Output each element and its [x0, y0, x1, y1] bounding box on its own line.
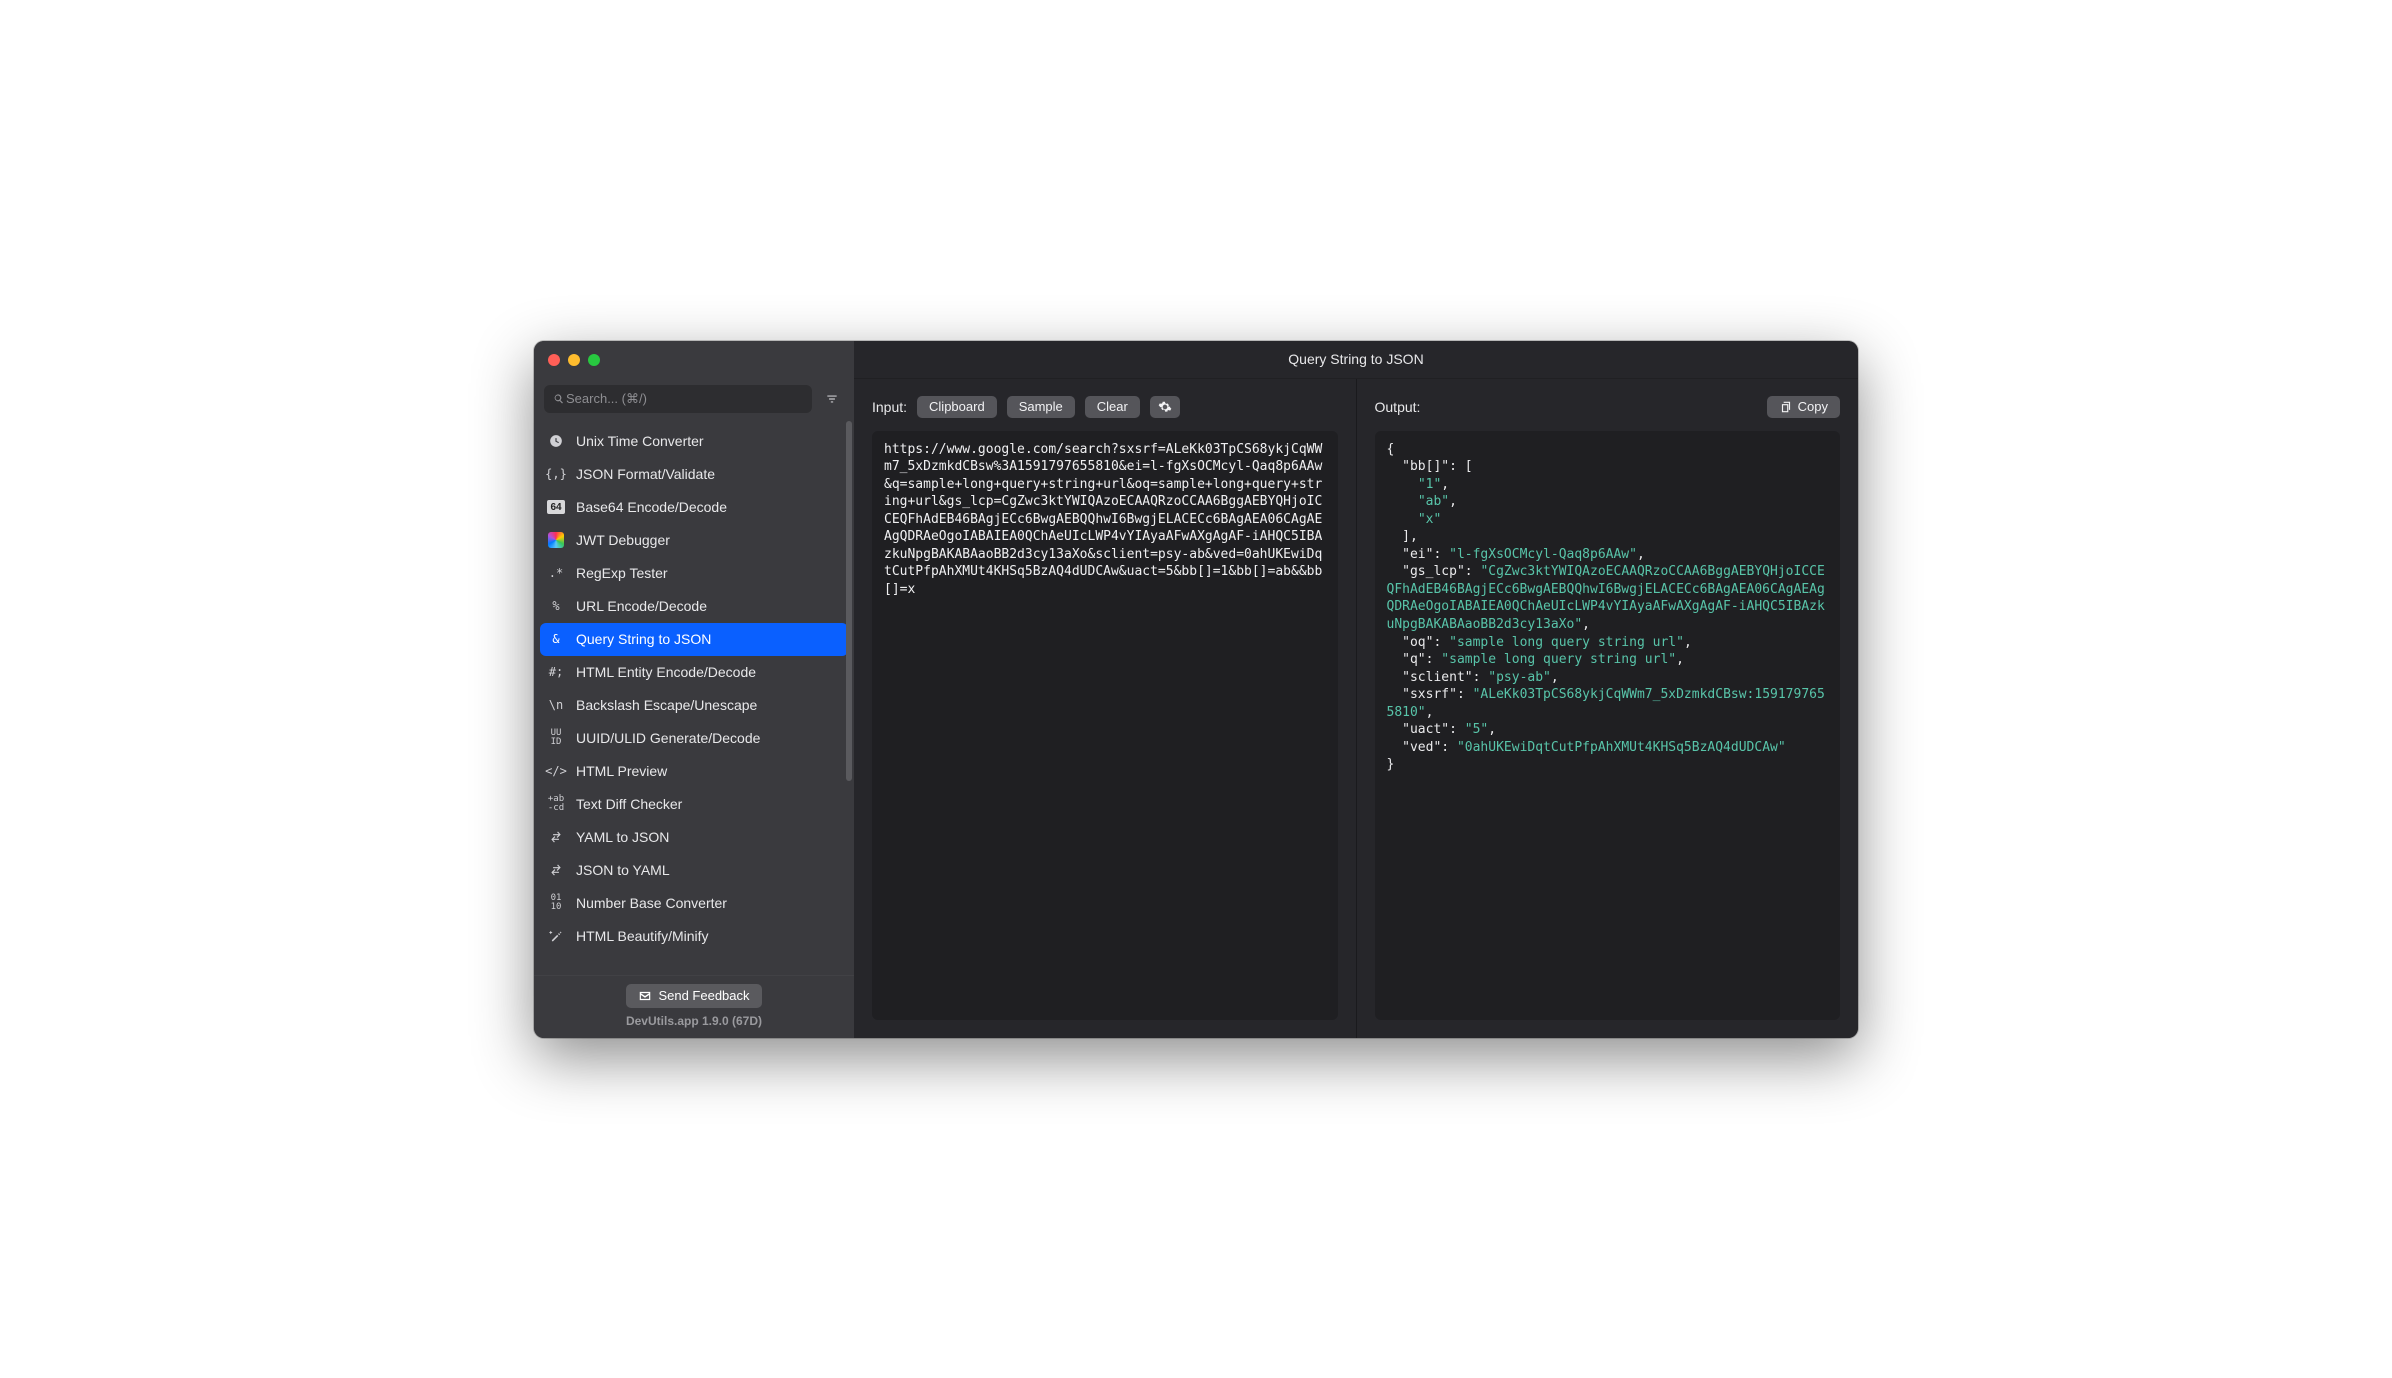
sidebar-item-text-diff[interactable]: +ab-cd Text Diff Checker: [534, 788, 854, 821]
sidebar-item-html-entity[interactable]: #; HTML Entity Encode/Decode: [534, 656, 854, 689]
sidebar-footer: Send Feedback DevUtils.app 1.9.0 (67D): [534, 975, 854, 1038]
search-box[interactable]: [544, 385, 812, 413]
version-text: DevUtils.app 1.9.0 (67D): [626, 1014, 762, 1028]
gear-icon: [1158, 400, 1172, 414]
sidebar-item-label: Base64 Encode/Decode: [576, 499, 727, 515]
uuid-icon: UUID: [546, 728, 566, 748]
sidebar-item-label: JSON Format/Validate: [576, 466, 715, 482]
sidebar-item-regexp[interactable]: .* RegExp Tester: [534, 557, 854, 590]
tag-icon: </>: [546, 761, 566, 781]
panels: Input: Clipboard Sample Clear https://ww…: [854, 379, 1858, 1038]
send-feedback-label: Send Feedback: [658, 988, 749, 1003]
send-feedback-button[interactable]: Send Feedback: [626, 984, 761, 1008]
sidebar-item-jwt[interactable]: JWT Debugger: [534, 524, 854, 557]
copy-label: Copy: [1798, 399, 1828, 414]
sidebar-item-label: JSON to YAML: [576, 862, 670, 878]
sidebar-item-label: JWT Debugger: [576, 532, 670, 548]
backslash-icon: \n: [546, 695, 566, 715]
tool-list[interactable]: Unix Time Converter {,} JSON Format/Valida…: [534, 421, 854, 975]
sidebar-item-label: Unix Time Converter: [576, 433, 704, 449]
sidebar-scrollbar[interactable]: [846, 421, 852, 781]
sidebar-item-unix-time[interactable]: Unix Time Converter: [534, 425, 854, 458]
output-label: Output:: [1375, 399, 1421, 415]
sample-button[interactable]: Sample: [1007, 396, 1075, 418]
filter-icon: [825, 392, 839, 406]
envelope-icon: [638, 989, 652, 1003]
sidebar-item-label: UUID/ULID Generate/Decode: [576, 730, 760, 746]
sidebar-item-label: Backslash Escape/Unescape: [576, 697, 757, 713]
close-window-button[interactable]: [548, 354, 560, 366]
app-window: Unix Time Converter {,} JSON Format/Valida…: [534, 341, 1858, 1038]
search-input[interactable]: [566, 391, 804, 406]
clear-button[interactable]: Clear: [1085, 396, 1140, 418]
sidebar-item-number-base[interactable]: 0110 Number Base Converter: [534, 887, 854, 920]
output-header: Output: Copy: [1375, 393, 1841, 421]
window-title: Query String to JSON: [854, 341, 1858, 379]
search-icon: [552, 392, 566, 406]
sidebar-item-backslash[interactable]: \n Backslash Escape/Unescape: [534, 689, 854, 722]
input-panel: Input: Clipboard Sample Clear https://ww…: [854, 379, 1356, 1038]
sidebar-item-json-format[interactable]: {,} JSON Format/Validate: [534, 458, 854, 491]
sidebar-item-label: YAML to JSON: [576, 829, 669, 845]
sidebar-item-yaml-json[interactable]: YAML to JSON: [534, 821, 854, 854]
zoom-window-button[interactable]: [588, 354, 600, 366]
sidebar-item-label: RegExp Tester: [576, 565, 668, 581]
amp-icon: &: [546, 629, 566, 649]
copy-icon: [1779, 400, 1793, 414]
sidebar-item-json-yaml[interactable]: JSON to YAML: [534, 854, 854, 887]
output-textarea[interactable]: { "bb[]": [ "1", "ab", "x" ], "ei": "l-f…: [1375, 431, 1841, 1020]
diff-icon: +ab-cd: [546, 794, 566, 814]
search-row: [534, 379, 854, 421]
sidebar-item-uuid[interactable]: UUID UUID/ULID Generate/Decode: [534, 722, 854, 755]
wand-icon: [546, 926, 566, 946]
jwt-icon: [546, 530, 566, 550]
regex-icon: .*: [546, 563, 566, 583]
hash-icon: #;: [546, 662, 566, 682]
b64-icon: 64: [546, 497, 566, 517]
settings-button[interactable]: [1150, 396, 1180, 418]
main-area: Query String to JSON Input: Clipboard Sa…: [854, 341, 1858, 1038]
clock-icon: [546, 431, 566, 451]
minimize-window-button[interactable]: [568, 354, 580, 366]
sidebar: Unix Time Converter {,} JSON Format/Valida…: [534, 341, 854, 1038]
sidebar-item-label: Number Base Converter: [576, 895, 727, 911]
sidebar-item-html-preview[interactable]: </> HTML Preview: [534, 755, 854, 788]
output-panel: Output: Copy { "bb[]": [ "1", "ab", "x" …: [1356, 379, 1859, 1038]
percent-icon: %: [546, 596, 566, 616]
sidebar-item-label: Text Diff Checker: [576, 796, 682, 812]
input-textarea[interactable]: https://www.google.com/search?sxsrf=ALeK…: [872, 431, 1338, 1020]
input-header: Input: Clipboard Sample Clear: [872, 393, 1338, 421]
sidebar-item-label: URL Encode/Decode: [576, 598, 707, 614]
sidebar-item-html-beautify[interactable]: HTML Beautify/Minify: [534, 920, 854, 953]
sidebar-item-url-encode[interactable]: % URL Encode/Decode: [534, 590, 854, 623]
swap-icon: [546, 860, 566, 880]
bits-icon: 0110: [546, 893, 566, 913]
sidebar-item-label: HTML Entity Encode/Decode: [576, 664, 756, 680]
sidebar-item-base64[interactable]: 64 Base64 Encode/Decode: [534, 491, 854, 524]
input-label: Input:: [872, 399, 907, 415]
copy-button[interactable]: Copy: [1767, 396, 1840, 418]
braces-icon: {,}: [546, 464, 566, 484]
clipboard-button[interactable]: Clipboard: [917, 396, 997, 418]
sidebar-item-label: HTML Preview: [576, 763, 667, 779]
window-controls: [534, 341, 854, 379]
sidebar-item-query-json[interactable]: &Query String to JSON: [540, 623, 848, 656]
sidebar-item-label: HTML Beautify/Minify: [576, 928, 709, 944]
filter-button[interactable]: [820, 387, 844, 411]
swap-icon: [546, 827, 566, 847]
sidebar-item-label: Query String to JSON: [576, 631, 711, 647]
